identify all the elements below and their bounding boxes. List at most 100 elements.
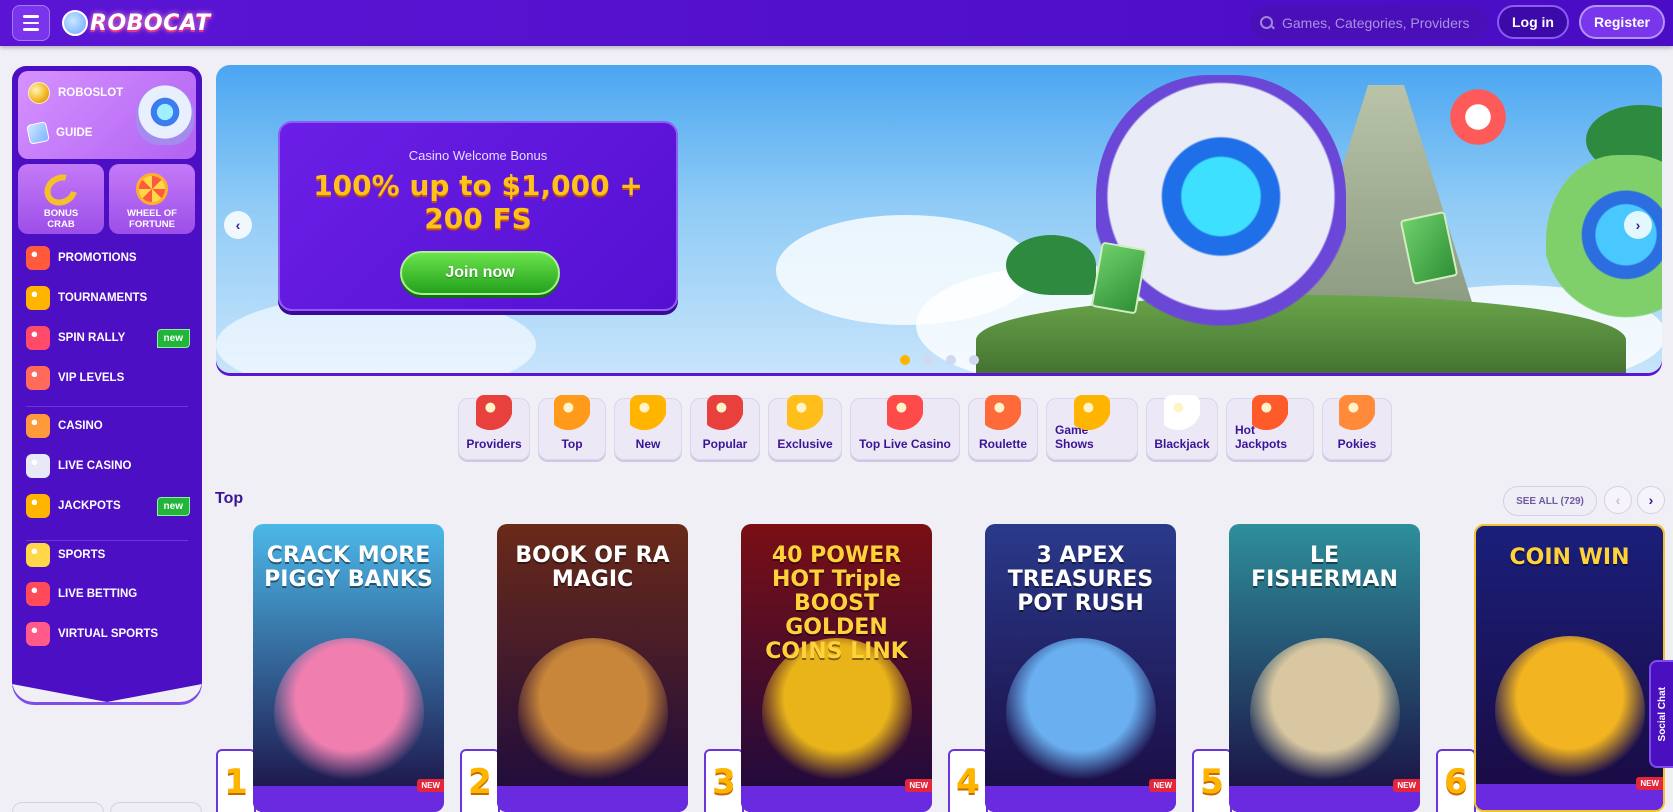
- game-card-footer: [985, 786, 1176, 812]
- roulette-icon: [985, 395, 1021, 431]
- game-card[interactable]: COIN WIN NEW: [1474, 524, 1665, 812]
- category-label: Pokies: [1337, 437, 1377, 451]
- robocat-logo[interactable]: ROBOCAT: [62, 4, 211, 42]
- game-card-footer: [1476, 784, 1663, 810]
- sidebar-divider: [26, 540, 188, 541]
- hero-banner: Casino Welcome Bonus 100% up to $1,000 +…: [216, 65, 1662, 373]
- top-medal-icon: [554, 395, 590, 431]
- sidebar-tile-bonus-crab[interactable]: BONUS CRAB: [18, 164, 104, 234]
- category-top-live-casino[interactable]: Top Live Casino: [850, 395, 960, 460]
- game-title: BOOK OF RA MAGIC: [515, 543, 670, 592]
- sidebar-item-spin-rally[interactable]: SPIN RALLY new: [26, 324, 190, 352]
- login-button[interactable]: Log in: [1497, 5, 1569, 39]
- coin-icon: [28, 82, 50, 104]
- see-all-button[interactable]: SEE ALL (729): [1503, 486, 1597, 516]
- rank-number: 6: [1436, 749, 1476, 812]
- new-badge: NEW: [1393, 779, 1420, 792]
- banner-next-arrow[interactable]: ›: [1624, 211, 1652, 239]
- logo-text: ROBOCAT: [90, 10, 211, 36]
- sidebar-item-label: JACKPOTS: [58, 500, 121, 512]
- game-card[interactable]: 3 APEX TREASURES POT RUSH NEW: [985, 524, 1176, 812]
- join-now-button[interactable]: Join now: [400, 251, 560, 295]
- game-card-footer: [253, 786, 444, 812]
- sidebar-item-virtual-sports[interactable]: VIRTUAL SPORTS: [26, 620, 190, 648]
- game-card[interactable]: LE FISHERMAN NEW: [1229, 524, 1420, 812]
- vip-icon: [26, 366, 50, 390]
- bonus-subtitle: Casino Welcome Bonus: [408, 148, 548, 163]
- game-card[interactable]: CRACK MORE PIGGY BANKS NEW: [253, 524, 444, 812]
- sidebar-item-live-betting[interactable]: LIVE BETTING: [26, 580, 190, 608]
- game-show-icon: [1074, 395, 1110, 431]
- category-label: Top Live Casino: [859, 437, 951, 451]
- vr-icon: [26, 622, 50, 646]
- social-chat-tab[interactable]: Social Chat: [1649, 660, 1673, 768]
- footer-pill[interactable]: [110, 802, 202, 812]
- sidebar-item-casino[interactable]: CASINO: [26, 412, 190, 440]
- games-prev-arrow[interactable]: ‹: [1604, 486, 1632, 514]
- welcome-bonus-card: Casino Welcome Bonus 100% up to $1,000 +…: [278, 121, 678, 311]
- game-title: 3 APEX TREASURES POT RUSH: [1007, 543, 1154, 616]
- sidebar-item-label: SPIN RALLY: [58, 332, 126, 344]
- rank-number: 3: [704, 749, 744, 812]
- cards-icon: [26, 454, 50, 478]
- category-pokies[interactable]: Pokies: [1322, 395, 1392, 460]
- category-label: Popular: [702, 437, 748, 451]
- sidebar-item-roboslot[interactable]: ROBOSLOT: [28, 79, 123, 107]
- tile-label: WHEEL OF FORTUNE: [127, 208, 177, 230]
- gift-icon: [26, 246, 50, 270]
- new-badge: NEW: [905, 779, 932, 792]
- games-next-arrow[interactable]: ›: [1637, 486, 1665, 514]
- category-exclusive[interactable]: Exclusive: [768, 395, 842, 460]
- sidebar: ROBOSLOT GUIDE BONUS CRAB WHEEL OF FORTU…: [12, 66, 202, 702]
- category-roulette[interactable]: Roulette: [968, 395, 1038, 460]
- sidebar-item-label: ROBOSLOT: [58, 87, 124, 99]
- sidebar-item-vip-levels[interactable]: VIP LEVELS: [26, 364, 190, 392]
- category-hot-jackpots[interactable]: Hot Jackpots: [1226, 395, 1314, 460]
- social-chat-label: Social Chat: [1656, 686, 1668, 742]
- carousel-dot[interactable]: [946, 355, 956, 365]
- category-blackjack[interactable]: Blackjack: [1146, 395, 1218, 460]
- register-button[interactable]: Register: [1579, 5, 1665, 39]
- hamburger-menu-button[interactable]: [12, 5, 50, 41]
- star-icon: [707, 395, 743, 431]
- sidebar-item-label: PROMOTIONS: [58, 252, 137, 264]
- sidebar-item-jackpots[interactable]: JACKPOTS new: [26, 492, 190, 520]
- category-game-shows[interactable]: Game Shows: [1046, 395, 1138, 460]
- carousel-dot[interactable]: [969, 355, 979, 365]
- rank-number: 4: [948, 749, 988, 812]
- hot-jackpot-icon: [1252, 395, 1288, 431]
- search-input[interactable]: [1282, 15, 1482, 31]
- sidebar-divider: [26, 406, 188, 407]
- footer-pill[interactable]: [12, 802, 104, 812]
- robot-green-illustration: [1546, 155, 1662, 345]
- gold-icon: [787, 395, 823, 431]
- new-badge: NEW: [417, 779, 444, 792]
- new-badge: NEW: [1636, 777, 1663, 790]
- carousel-dot[interactable]: [923, 355, 933, 365]
- sidebar-item-sports[interactable]: SPORTS: [26, 541, 190, 569]
- game-artwork: [273, 638, 424, 788]
- wheel-of-fortune-icon: [136, 173, 168, 205]
- category-label: Providers: [466, 437, 522, 451]
- sidebar-item-live-casino[interactable]: LIVE CASINO: [26, 452, 190, 480]
- sidebar-item-guide[interactable]: GUIDE: [26, 119, 92, 147]
- category-popular[interactable]: Popular: [690, 395, 760, 460]
- game-card[interactable]: 40 POWER HOT Triple BOOST GOLDEN COINS L…: [741, 524, 932, 812]
- search-bar[interactable]: [1250, 6, 1488, 40]
- sidebar-item-label: LIVE CASINO: [58, 460, 132, 472]
- blackjack-icon: [1164, 395, 1200, 431]
- new-badge: new: [156, 328, 190, 348]
- category-providers[interactable]: Providers: [458, 395, 530, 460]
- sidebar-item-tournaments[interactable]: TOURNAMENTS: [26, 284, 190, 312]
- game-title: LE FISHERMAN: [1251, 543, 1398, 592]
- category-top[interactable]: Top: [538, 395, 606, 460]
- banner-prev-arrow[interactable]: ‹: [224, 211, 252, 239]
- rank-number: 5: [1192, 749, 1232, 812]
- game-card[interactable]: BOOK OF RA MAGIC: [497, 524, 688, 812]
- category-new[interactable]: New: [614, 395, 682, 460]
- game-card-footer: [741, 786, 932, 812]
- sidebar-item-promotions[interactable]: PROMOTIONS: [26, 244, 190, 272]
- sidebar-item-label: TOURNAMENTS: [58, 292, 148, 304]
- carousel-dot[interactable]: [900, 355, 910, 365]
- sidebar-tile-wheel-of-fortune[interactable]: WHEEL OF FORTUNE: [109, 164, 195, 234]
